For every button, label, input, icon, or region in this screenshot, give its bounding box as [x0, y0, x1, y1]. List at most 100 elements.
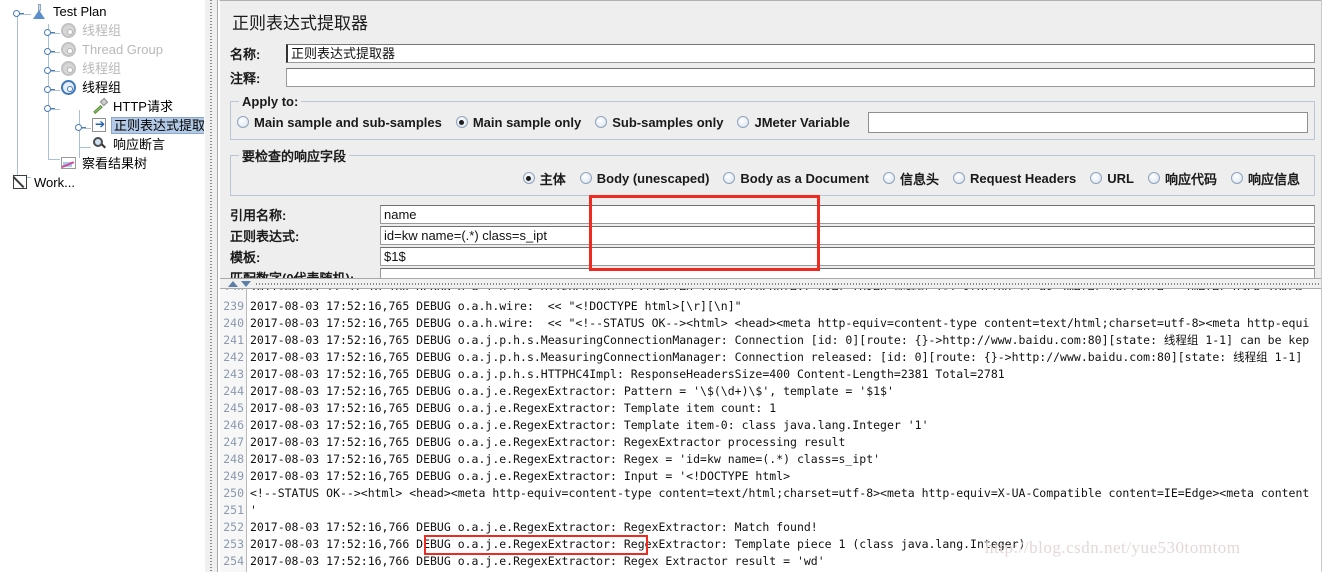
radio-body[interactable]: 主体 — [522, 169, 566, 188]
response-field-legend: 要检查的响应字段 — [242, 149, 347, 164]
tree-node-label: 线程组 — [82, 80, 122, 95]
response-field-group: 要检查的响应字段 主体 Body (unescaped) Body as a D… — [230, 146, 1315, 196]
reference-name-label: 引用名称: — [230, 208, 287, 223]
template-row: 模板: $1$ — [230, 246, 1315, 267]
log-line-number: 251 — [223, 503, 244, 517]
name-input[interactable]: 正则表达式提取器 — [286, 43, 1315, 63]
tree-node-thread-group-3[interactable]: 线程组 — [0, 59, 204, 78]
radio-request-headers[interactable]: Request Headers — [953, 171, 1076, 186]
apply-to-legend: Apply to: — [242, 94, 299, 109]
collapse-down-icon[interactable] — [241, 281, 251, 287]
radio-main-sample-and-sub-samples[interactable]: Main sample and sub-samples — [237, 115, 442, 130]
horizontal-splitter[interactable] — [220, 278, 1322, 289]
response-field-radio-row: 主体 Body (unescaped) Body as a Document 信… — [237, 165, 1308, 191]
radio-dot-icon — [595, 116, 608, 128]
tree-node-response-assertion[interactable]: 响应断言 — [0, 135, 204, 154]
name-field-row: 名称: 正则表达式提取器 — [230, 42, 1315, 64]
log-line-number: 253 — [223, 537, 244, 551]
test-plan-icon — [31, 3, 48, 20]
tree-node-view-results-tree[interactable]: 察看结果树 — [0, 154, 204, 173]
log-line: 2017-08-03 17:52:16,765 DEBUG o.a.j.e.Re… — [250, 452, 881, 466]
radio-label: Request Headers — [970, 170, 1077, 186]
log-line-number-gutter: 238 239 240 241 242 243 244 245 246 247 … — [220, 289, 247, 572]
log-line: 2017-08-03 17:52:16,766 DEBUG o.a.j.e.Re… — [250, 520, 818, 534]
log-output-panel[interactable]: 238 239 240 241 242 243 244 245 246 247 … — [220, 289, 1322, 572]
jmeter-variable-input[interactable] — [867, 111, 1308, 133]
log-line-number: 247 — [223, 435, 244, 449]
page-title: 正则表达式提取器 — [232, 14, 368, 33]
log-line: 2017-08-03 17:52:16,765 DEBUG o.a.j.p.h.… — [250, 367, 1005, 381]
log-line: 2017-08-03 17:52:16,766 DEBUG o.a.j.e.Re… — [250, 537, 1026, 551]
arrow-icon — [91, 116, 108, 134]
log-line-number: 239 — [223, 299, 244, 313]
log-line: 2017-08-03 17:52:16,765 DEBUG o.a.h.wire… — [250, 299, 742, 313]
tree-node-label: 响应断言 — [113, 137, 166, 152]
splitter-grip — [210, 0, 212, 572]
log-line-number: 248 — [223, 452, 244, 466]
log-line-number: 240 — [223, 316, 244, 330]
apply-to-radio-row: Main sample and sub-samples Main sample … — [237, 109, 1308, 135]
test-plan-tree-panel: Test Plan 线程组 Thread Group 线程组 线程组 HTTP请… — [0, 0, 204, 572]
regular-expression-input[interactable]: id=kw name=(.*) class=s_ipt — [380, 226, 1315, 245]
log-text-area[interactable]: 2017-08-03 17:52:16,764 DEBUG o.a.j.p.h.… — [247, 289, 1322, 572]
radio-dot-icon — [237, 116, 249, 128]
tree-node-label: Thread Group — [82, 42, 163, 57]
log-line-number: 249 — [223, 469, 244, 483]
radio-main-sample-only[interactable]: Main sample only — [455, 115, 581, 130]
log-line: 2017-08-03 17:52:16,764 DEBUG o.a.j.p.h.… — [250, 289, 1322, 290]
vertical-splitter[interactable] — [204, 0, 218, 572]
log-line: 2017-08-03 17:52:16,765 DEBUG o.a.j.e.Re… — [250, 469, 791, 483]
jmeter-window: Test Plan 线程组 Thread Group 线程组 线程组 HTTP请… — [0, 0, 1322, 572]
radio-response-message[interactable]: 响应信息 — [1230, 169, 1300, 188]
template-input[interactable]: $1$ — [380, 247, 1315, 266]
log-line: 2017-08-03 17:52:16,765 DEBUG o.a.j.e.Re… — [250, 401, 777, 415]
tree-node-regex-extractor[interactable]: 正则表达式提取器 — [0, 116, 204, 135]
reference-name-row: 引用名称: name — [230, 204, 1315, 225]
radio-headers[interactable]: 信息头 — [883, 169, 939, 188]
radio-dot-icon — [1147, 172, 1160, 184]
tree-node-workbench[interactable]: Work... — [0, 173, 204, 192]
radio-label: URL — [1107, 170, 1134, 186]
radio-dot-icon — [953, 172, 966, 184]
tree-node-test-plan[interactable]: Test Plan — [0, 2, 204, 21]
radio-dot-icon — [737, 116, 750, 128]
regex-extractor-config: 正则表达式提取器 名称: 正则表达式提取器 注释: Apply to: Main… — [220, 1, 1322, 287]
log-line-number: 254 — [223, 554, 244, 568]
tree-node-label: 正则表达式提取器 — [111, 117, 204, 134]
regular-expression-label: 正则表达式: — [230, 229, 300, 244]
radio-jmeter-variable[interactable]: JMeter Variable — [737, 114, 850, 130]
tree-node-thread-group-1[interactable]: 线程组 — [0, 21, 204, 40]
radio-dot-icon — [1090, 172, 1103, 184]
regular-expression-row: 正则表达式: id=kw name=(.*) class=s_ipt — [230, 225, 1315, 246]
tree-node-thread-group-4[interactable]: 线程组 — [0, 78, 204, 97]
tree-node-thread-group-2[interactable]: Thread Group — [0, 40, 204, 59]
tree-node-label: 线程组 — [82, 61, 122, 76]
name-label: 名称: — [230, 46, 261, 62]
template-label: 模板: — [230, 250, 261, 265]
comment-input[interactable] — [286, 67, 1315, 87]
radio-label: JMeter Variable — [754, 114, 850, 130]
radio-label: Sub-samples only — [612, 114, 724, 130]
radio-label: 响应信息 — [1247, 171, 1300, 187]
log-line-number: 241 — [223, 333, 244, 347]
log-line-number: 243 — [223, 367, 244, 381]
collapse-up-icon[interactable] — [228, 281, 238, 287]
log-line: 2017-08-03 17:52:16,765 DEBUG o.a.j.p.h.… — [250, 333, 1310, 347]
tree-rows: Test Plan 线程组 Thread Group 线程组 线程组 HTTP请… — [0, 0, 204, 192]
gear-icon — [60, 79, 77, 96]
gear-icon — [60, 22, 77, 39]
radio-body-unescaped[interactable]: Body (unescaped) — [579, 171, 709, 186]
radio-response-code[interactable]: 响应代码 — [1147, 169, 1217, 188]
log-line-number: 238 — [220, 289, 244, 290]
log-line: 2017-08-03 17:52:16,765 DEBUG o.a.j.e.Re… — [250, 418, 929, 432]
tree-node-http-request[interactable]: HTTP请求 — [0, 97, 204, 116]
radio-body-as-a-document[interactable]: Body as a Document — [723, 171, 869, 186]
radio-dot-icon — [522, 172, 535, 184]
reference-name-input[interactable]: name — [380, 205, 1315, 224]
radio-sub-samples-only[interactable]: Sub-samples only — [595, 115, 723, 130]
radio-url[interactable]: URL — [1090, 171, 1134, 186]
radio-label: Body as a Document — [740, 170, 870, 186]
log-line-number: 246 — [223, 418, 244, 432]
magnifier-icon — [91, 136, 108, 153]
chart-icon — [60, 155, 77, 172]
